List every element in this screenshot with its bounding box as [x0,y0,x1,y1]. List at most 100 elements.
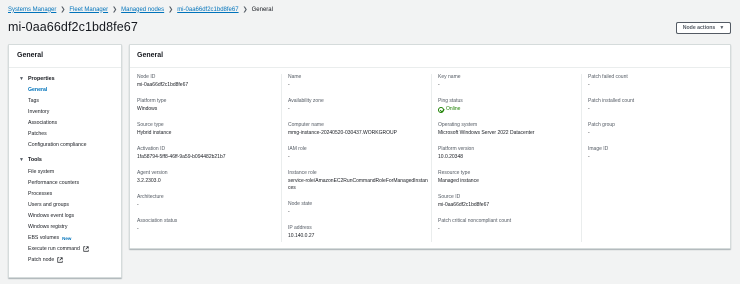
field-label: IAM role [288,146,307,152]
field-label: Platform version [438,146,475,152]
properties-group-toggle[interactable]: ▼ Properties [19,76,55,82]
column-divider [281,74,282,242]
field-value: Microsoft Windows Server 2022 Datacenter [438,130,535,136]
field-label: Node ID [137,74,156,80]
sidebar-item-performance-counters[interactable]: Performance counters [28,180,79,186]
sidebar-item-file-system[interactable]: File system [28,169,54,175]
field-label: Patch installed count [588,98,635,104]
field-source-id: Source ID mi-0aa66df2c1bd8fe67 [438,194,578,209]
field-label: Resource type [438,170,471,176]
chevron-right-icon: ❯ [242,7,248,13]
details-column-2: Name - Availability zone - Computer name… [288,74,428,249]
field-value: 10.140.0.27 [288,233,315,239]
field-value: - [438,226,440,232]
details-column-4: Patch failed count - Patch installed cou… [588,74,728,170]
chevron-right-icon: ❯ [168,7,174,13]
sidebar-item-inventory[interactable]: Inventory [28,109,49,115]
field-label: Ping status [438,98,463,104]
field-value: - [288,209,290,215]
field-value: mi-0aa66df2c1bd8fe67 [438,202,490,208]
field-value: 3.2.2303.0 [137,178,161,184]
field-value: - [137,226,139,232]
breadcrumb-node-id[interactable]: mi-0aa66df2c1bd8fe67 [177,7,238,13]
field-agent-version: Agent version 3.2.2303.0 [137,170,277,185]
sidebar-item-windows-registry[interactable]: Windows registry [28,224,68,230]
field-availability-zone: Availability zone - [288,98,428,113]
field-label: Source ID [438,194,461,200]
field-value: 10.0.20348 [438,154,464,160]
external-link-icon [83,246,89,252]
panel-divider [130,67,730,68]
field-key-name: Key name - [438,74,578,89]
field-patch-failed-count: Patch failed count - [588,74,728,89]
sidebar-item-tags[interactable]: Tags [28,98,39,104]
tools-group-label: Tools [27,157,42,163]
field-activation-id: Activation ID 1fa58794-5ff8-46ff-9a59-b0… [137,146,277,161]
page-title: mi-0aa66df2c1bd8fe67 [8,20,138,34]
sidebar-item-general[interactable]: General [28,87,47,93]
tools-group-toggle[interactable]: ▼ Tools [19,157,42,163]
field-source-type: Source type Hybrid instance [137,122,277,137]
check-circle-icon [438,106,444,113]
panel-title: General [137,52,164,59]
chevron-right-icon: ❯ [112,7,118,13]
caret-down-icon: ▼ [19,76,24,82]
field-label: Platform type [137,98,167,104]
sidebar-item-patch-node[interactable]: Patch node [28,257,63,263]
field-label: Instance role [288,170,317,176]
field-label: Agent version [137,170,168,176]
field-label: Node state [288,201,313,207]
field-computer-name: Computer name mmg-instance-20240520-0304… [288,122,428,137]
details-column-1: Node ID mi-0aa66df2c1bd8fe67 Platform ty… [137,74,277,242]
field-value: - [288,154,290,160]
ping-status-value: Online [438,106,578,113]
field-label: IP address [288,225,312,231]
column-divider [581,74,582,242]
execute-run-command-label: Execute run command [28,246,80,252]
field-value: - [438,82,440,88]
sidebar-item-patches[interactable]: Patches [28,131,47,137]
field-patch-group: Patch group - [588,122,728,137]
field-patch-installed-count: Patch installed count - [588,98,728,113]
field-architecture: Architecture - [137,194,277,209]
breadcrumb-systems-manager[interactable]: Systems Manager [8,7,56,13]
node-actions-label: Node actions [682,25,716,31]
patch-node-label: Patch node [28,257,55,263]
sidebar-item-configuration-compliance[interactable]: Configuration compliance [28,142,87,148]
field-label: Patch failed count [588,74,628,80]
field-label: Activation ID [137,146,166,152]
sidebar-panel: General ▼ Properties General Tags Invent… [8,44,122,278]
field-ip-address: IP address 10.140.0.27 [288,225,428,240]
field-value: mi-0aa66df2c1bd8fe67 [137,82,189,88]
sidebar-item-associations[interactable]: Associations [28,120,57,126]
field-platform-type: Platform type Windows [137,98,277,113]
field-label: Key name [438,74,461,80]
field-label: Patch critical noncompliant count [438,218,512,224]
field-node-state: Node state - [288,201,428,216]
field-value: - [588,106,590,112]
properties-group-label: Properties [27,76,55,82]
sidebar-item-execute-run-command[interactable]: Execute run command [28,246,89,252]
breadcrumb-fleet-manager[interactable]: Fleet Manager [69,7,108,13]
ebs-volumes-label: EBS volumes [28,235,60,241]
sidebar-item-users-and-groups[interactable]: Users and groups [28,202,69,208]
field-label: Name [288,74,302,80]
sidebar-item-processes[interactable]: Processes [28,191,52,197]
ping-status-text: Online [446,106,461,112]
field-ping-status: Ping status Online [438,98,578,113]
new-badge: New [62,235,72,241]
field-value: service-role/AmazonEC2RunCommandRoleForM… [288,178,428,191]
sidebar-item-windows-event-logs[interactable]: Windows event logs [28,213,74,219]
field-node-id: Node ID mi-0aa66df2c1bd8fe67 [137,74,277,89]
field-patch-critical-noncompliant-count: Patch critical noncompliant count - [438,218,578,233]
field-operating-system: Operating system Microsoft Windows Serve… [438,122,578,137]
sidebar-item-ebs-volumes[interactable]: EBS volumes New [28,235,71,241]
node-actions-button[interactable]: Node actions ▼ [676,22,731,34]
field-label: Availability zone [288,98,324,104]
field-label: Source type [137,122,164,128]
field-label: Architecture [137,194,164,200]
breadcrumb-managed-nodes[interactable]: Managed nodes [121,7,164,13]
field-iam-role: IAM role - [288,146,428,161]
external-link-icon [57,257,63,263]
field-label: Image ID [588,146,609,152]
